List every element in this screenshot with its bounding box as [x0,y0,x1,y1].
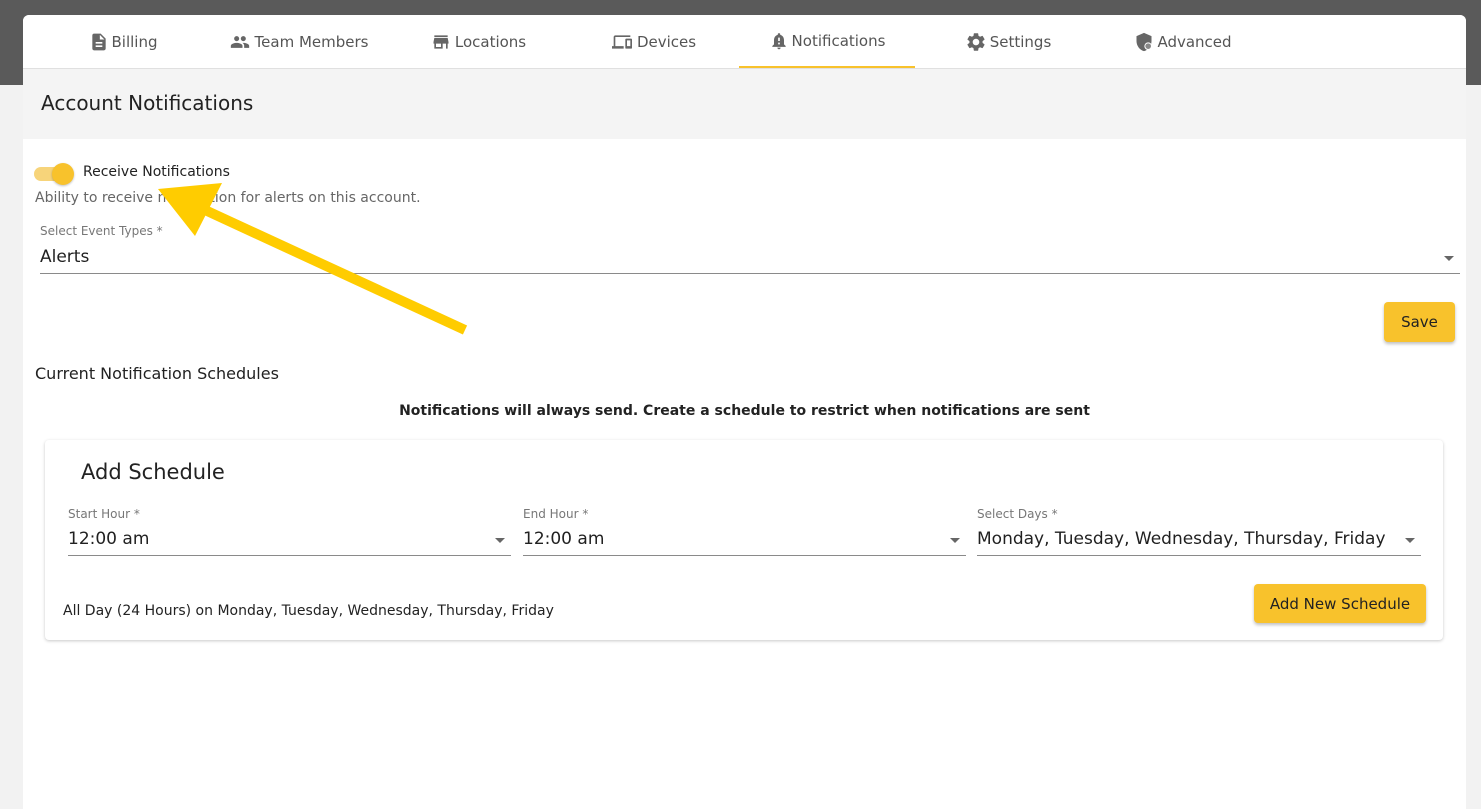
toggle-helper-text: Ability to receive notification for aler… [35,190,421,206]
chevron-down-icon [1405,538,1415,543]
event-types-label: Select Event Types * [40,224,163,238]
chevron-down-icon [1444,256,1454,261]
page-title: Account Notifications [41,91,254,115]
end-hour-select[interactable]: 12:00 am [523,525,966,556]
end-hour-value: 12:00 am [523,529,605,549]
start-hour-value: 12:00 am [68,529,150,549]
select-days-label: Select Days * [977,507,1058,521]
tab-label: Notifications [791,31,886,50]
end-hour-label: End Hour * [523,507,589,521]
tab-bar: Billing Team Members Locations Devices N… [23,15,1466,69]
event-types-value: Alerts [40,247,90,267]
store-icon [433,34,449,49]
chevron-down-icon [950,538,960,543]
gear-icon [967,32,985,51]
tab-locations[interactable]: Locations [418,15,538,68]
tab-label: Locations [454,32,527,51]
settings-card: Billing Team Members Locations Devices N… [23,15,1466,809]
add-new-schedule-button[interactable]: Add New Schedule [1254,584,1426,623]
start-hour-select[interactable]: 12:00 am [68,525,511,556]
toggle-label: Receive Notifications [83,164,230,180]
tab-label: Team Members [254,32,369,51]
tab-team-members[interactable]: Team Members [213,15,383,68]
tab-devices[interactable]: Devices [593,15,713,68]
add-schedule-title: Add Schedule [81,460,225,484]
schedule-notice: Notifications will always send. Create a… [399,403,1090,419]
devices-icon [611,34,632,49]
save-button[interactable]: Save [1384,302,1455,342]
tab-billing[interactable]: Billing [63,15,183,68]
tab-settings[interactable]: Settings [953,15,1063,68]
start-hour-label: Start Hour * [68,507,140,521]
tab-label: Settings [989,32,1052,51]
shield-icon [1136,32,1153,51]
receive-notifications-toggle[interactable] [34,163,74,185]
tab-label: Devices [636,32,697,51]
people-icon [230,35,249,48]
schedule-summary: All Day (24 Hours) on Monday, Tuesday, W… [63,603,554,619]
notifications-panel: Receive Notifications Ability to receive… [23,139,1466,809]
add-schedule-card: Add Schedule Start Hour * 12:00 am End H… [45,440,1443,640]
tab-notifications[interactable]: Notifications [739,15,915,68]
select-days-value: Monday, Tuesday, Wednesday, Thursday, Fr… [977,529,1386,549]
event-types-select[interactable]: Alerts [40,243,1460,274]
tab-advanced[interactable]: Advanced [1123,15,1243,68]
schedules-section-title: Current Notification Schedules [35,364,279,383]
toggle-thumb [52,163,74,185]
tab-label: Advanced [1157,32,1232,51]
bell-alert-icon [771,32,786,49]
document-icon [91,33,106,50]
select-days-select[interactable]: Monday, Tuesday, Wednesday, Thursday, Fr… [977,525,1421,556]
tab-label: Billing [111,32,158,51]
chevron-down-icon [495,538,505,543]
